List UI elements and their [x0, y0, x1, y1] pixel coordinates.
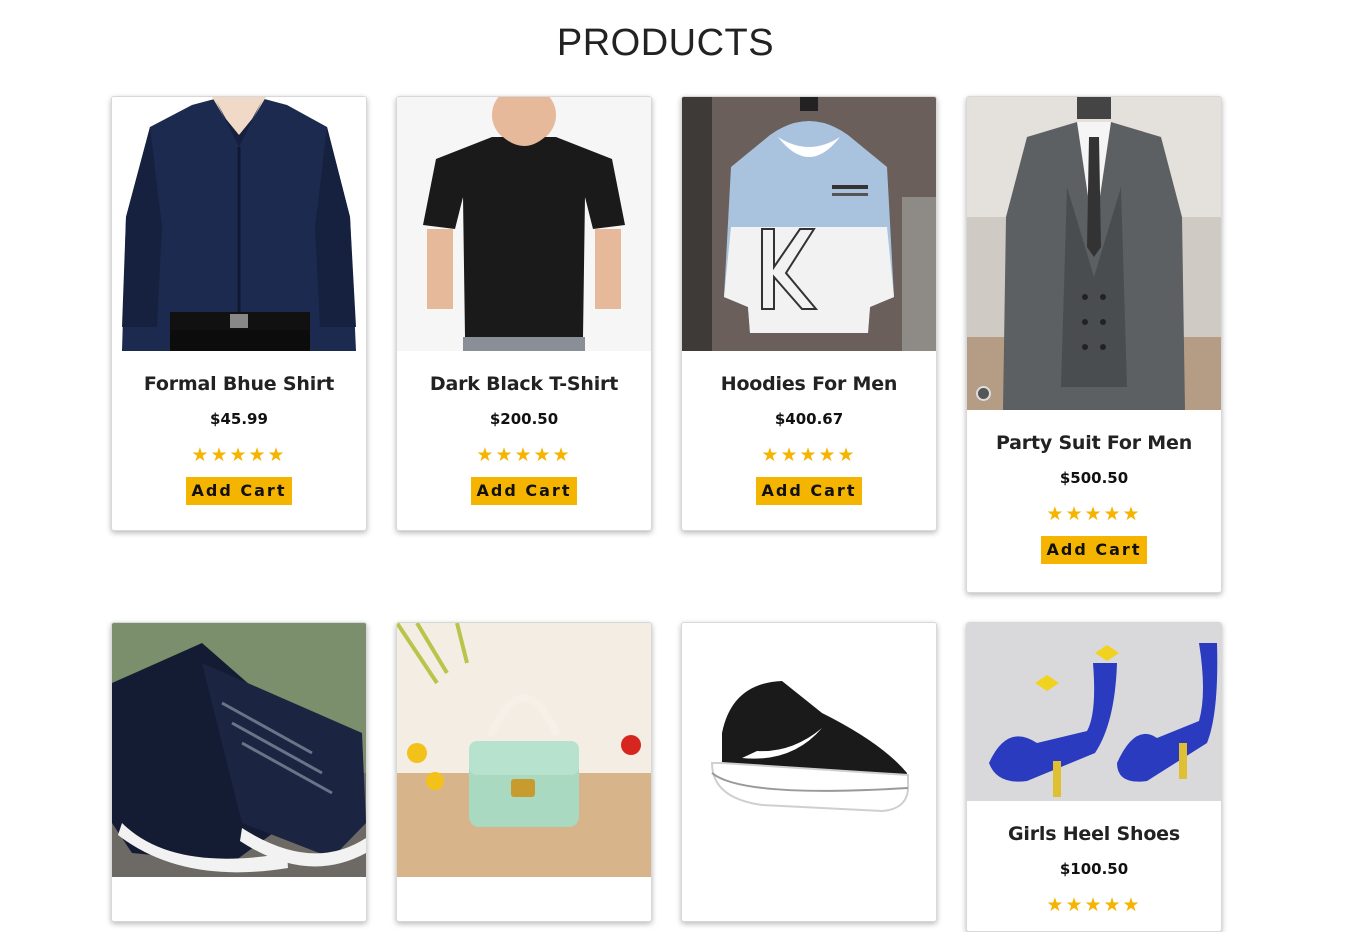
product-name: Party Suit For Men: [995, 432, 1193, 454]
product-image-running-shoe[interactable]: [682, 623, 936, 877]
product-card: Party Suit For Men $500.50 ★★★★★ Add Car…: [966, 96, 1222, 593]
product-image-handbag[interactable]: [397, 623, 651, 877]
product-name: Hoodies For Men: [720, 373, 898, 395]
product-image-suit[interactable]: [967, 97, 1221, 410]
rating-stars: ★★★★★: [476, 444, 572, 466]
product-price: $400.67: [774, 410, 844, 428]
product-card: Hoodies For Men $400.67 ★★★★★ Add Cart: [681, 96, 937, 531]
product-card: Formal Bhue Shirt $45.99 ★★★★★ Add Cart: [111, 96, 367, 531]
product-image-shirt[interactable]: [112, 97, 366, 351]
rating-stars: ★★★★★: [1046, 503, 1142, 525]
product-price: $200.50: [489, 410, 559, 428]
user-icon: [976, 386, 991, 401]
add-cart-button[interactable]: Add Cart: [470, 477, 578, 505]
add-cart-button[interactable]: Add Cart: [1040, 536, 1148, 564]
product-card: [111, 622, 367, 922]
rating-stars: ★★★★★: [1046, 894, 1142, 916]
product-name: Formal Bhue Shirt: [143, 373, 335, 395]
add-cart-button[interactable]: Add Cart: [755, 477, 863, 505]
product-card: [396, 622, 652, 922]
add-cart-button[interactable]: Add Cart: [185, 477, 293, 505]
product-image-hoodie[interactable]: [682, 97, 936, 351]
product-card: Dark Black T-Shirt $200.50 ★★★★★ Add Car…: [396, 96, 652, 531]
rating-stars: ★★★★★: [191, 444, 287, 466]
product-name: Girls Heel Shoes: [1008, 823, 1180, 845]
product-grid: Formal Bhue Shirt $45.99 ★★★★★ Add Cart …: [0, 0, 1364, 932]
product-price: $45.99: [210, 410, 268, 428]
rating-stars: ★★★★★: [761, 444, 857, 466]
product-price: $500.50: [1059, 469, 1129, 487]
product-card: Girls Heel Shoes $100.50 ★★★★★: [966, 622, 1222, 932]
product-price: $100.50: [1059, 860, 1129, 878]
product-image-tshirt[interactable]: [397, 97, 651, 351]
product-card: [681, 622, 937, 922]
product-image-sneakers[interactable]: [112, 623, 366, 877]
product-name: Dark Black T-Shirt: [429, 373, 619, 395]
product-image-heels[interactable]: [967, 623, 1221, 801]
